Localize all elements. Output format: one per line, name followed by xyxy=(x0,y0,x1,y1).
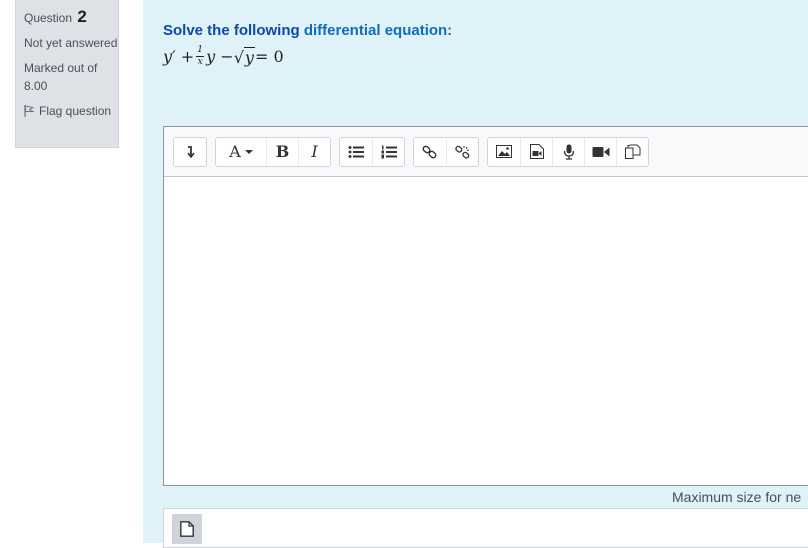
toolbar-group-collapse xyxy=(173,136,207,167)
flag-question-label: Flag question xyxy=(39,104,112,118)
insert-media-button[interactable] xyxy=(520,137,552,166)
unlink-icon xyxy=(454,145,469,159)
question-info-panel: Question 2 Not yet answered Marked out o… xyxy=(15,0,119,148)
sqrt-sign: √ xyxy=(233,47,244,67)
toolbar-group-media xyxy=(487,136,649,167)
formula-rhs: = 0 xyxy=(254,47,284,66)
collapse-button[interactable] xyxy=(174,138,206,166)
question-text: Solve the following differential equatio… xyxy=(163,22,452,39)
flag-question-link[interactable]: Flag question xyxy=(24,104,118,118)
question-grade: Marked out of 8.00 xyxy=(24,61,98,93)
fraction-numerator: 1 xyxy=(197,45,204,55)
manage-files-icon xyxy=(624,144,640,159)
bold-button[interactable]: B xyxy=(266,137,298,166)
question-number: Question 2 xyxy=(24,7,118,28)
unordered-list-button[interactable] xyxy=(340,138,372,166)
unordered-list-icon xyxy=(348,145,364,158)
collapse-icon xyxy=(187,145,195,158)
question-number-value: 2 xyxy=(77,7,87,26)
manage-files-button[interactable] xyxy=(616,137,648,166)
answer-editor: A B I xyxy=(163,126,808,486)
link-icon xyxy=(422,145,437,158)
font-size-label: A xyxy=(229,142,241,161)
unlink-button[interactable] xyxy=(446,137,478,166)
flag-icon xyxy=(24,105,34,117)
sqrt-radicand: y xyxy=(243,46,255,67)
fraction-denominator: x xyxy=(197,57,203,67)
question-text-highlight: differential equation: xyxy=(303,22,453,39)
image-icon xyxy=(496,145,512,158)
video-icon xyxy=(592,146,609,157)
record-video-button[interactable] xyxy=(584,137,616,166)
answer-text-area[interactable] xyxy=(164,177,808,485)
bold-label: B xyxy=(275,142,290,161)
ordered-list-icon xyxy=(381,145,397,158)
toolbar-group-lists xyxy=(339,136,405,167)
formula-middle: y − xyxy=(206,47,234,66)
caret-down-icon xyxy=(244,149,253,154)
toolbar-group-links xyxy=(413,136,479,167)
italic-button[interactable]: I xyxy=(298,137,330,166)
microphone-icon xyxy=(563,144,574,160)
add-file-button[interactable] xyxy=(172,514,202,544)
toolbar-group-style: A B I xyxy=(215,136,331,167)
file-icon xyxy=(180,521,194,537)
ordered-list-button[interactable] xyxy=(372,137,404,166)
question-text-prefix: Solve the following xyxy=(163,22,304,39)
formula-fraction: 1 x xyxy=(196,45,205,67)
question-label: Question xyxy=(24,11,73,25)
font-size-button[interactable]: A xyxy=(216,138,266,166)
editor-toolbar: A B I xyxy=(164,127,808,177)
italic-label: I xyxy=(311,142,318,161)
media-icon xyxy=(529,144,544,159)
differential-equation: y′ + 1 x y − √ y = 0 xyxy=(163,46,284,67)
question-state: Not yet answered xyxy=(24,36,118,50)
record-audio-button[interactable] xyxy=(552,137,584,166)
insert-image-button[interactable] xyxy=(488,138,520,166)
file-attachment-area xyxy=(163,508,808,548)
formula-lhs: y′ + xyxy=(163,47,195,66)
formula-sqrt: √ y xyxy=(233,46,255,67)
link-button[interactable] xyxy=(414,138,446,166)
question-content: Solve the following differential equatio… xyxy=(143,0,808,548)
max-file-size-label: Maximum size for ne xyxy=(672,489,802,505)
